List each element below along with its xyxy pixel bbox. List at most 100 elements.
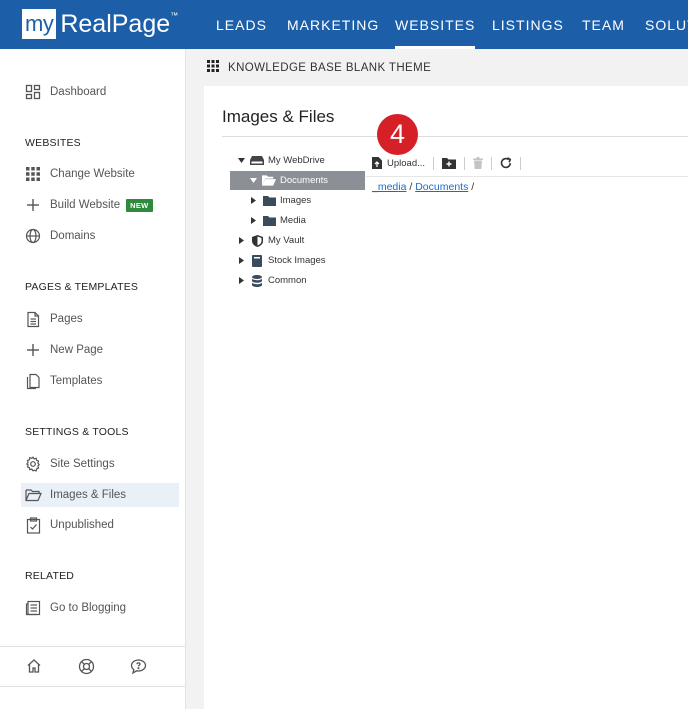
breadcrumb-media-link[interactable]: _media	[372, 181, 406, 193]
breadcrumb: _media / Documents /	[372, 181, 474, 193]
caret-right-icon[interactable]	[249, 217, 258, 224]
logo-realpage-text: RealPage	[60, 10, 171, 38]
sidebar-item-label: Templates	[50, 375, 103, 387]
sidebar-item-pages[interactable]: Pages	[21, 307, 179, 331]
sidebar-heading-related: RELATED	[25, 570, 75, 582]
upload-button[interactable]: Upload...	[372, 157, 425, 169]
nav-marketing[interactable]: MARKETING	[287, 0, 379, 49]
toolbar-divider	[491, 156, 493, 170]
database-icon	[250, 274, 264, 287]
new-folder-icon	[442, 157, 457, 169]
tree-node-label: Images	[280, 195, 312, 206]
grid-icon	[24, 165, 42, 183]
tree-node-documents[interactable]: Documents	[230, 171, 365, 190]
caret-right-icon[interactable]	[237, 237, 246, 244]
breadcrumb-separator: /	[471, 181, 475, 193]
tree-node-label: Common	[268, 275, 307, 286]
chat-question-icon[interactable]	[130, 658, 148, 676]
blog-icon	[24, 599, 42, 617]
sidebar-item-new-page[interactable]: New Page	[21, 338, 179, 362]
nav-solutions[interactable]: SOLUT	[645, 0, 688, 49]
step-number-badge: 4	[377, 114, 418, 155]
file-upload-icon	[372, 157, 382, 169]
tree-node-my-vault[interactable]: My Vault	[237, 231, 365, 250]
clipboard-check-icon	[24, 516, 42, 534]
toolbar-divider-line	[366, 176, 688, 177]
refresh-icon	[500, 157, 512, 169]
plus-icon	[24, 341, 42, 359]
folder-icon	[262, 215, 276, 227]
title-divider	[222, 136, 688, 137]
folder-open-icon	[262, 175, 276, 187]
folder-open-icon	[24, 486, 42, 504]
new-badge: NEW	[126, 198, 153, 212]
new-folder-button[interactable]	[442, 157, 457, 169]
toolbar-divider	[464, 156, 466, 170]
breadcrumb-separator: /	[409, 181, 413, 193]
delete-button[interactable]	[473, 157, 484, 169]
caret-down-icon[interactable]	[249, 178, 258, 183]
refresh-button[interactable]	[500, 157, 512, 169]
templates-icon	[24, 372, 42, 390]
page-title: Images & Files	[222, 107, 335, 126]
sidebar-item-go-to-blogging[interactable]: Go to Blogging	[21, 596, 179, 620]
upload-label: Upload...	[387, 157, 426, 169]
gear-icon	[24, 455, 42, 473]
home-icon[interactable]	[26, 658, 44, 676]
site-name: KNOWLEDGE BASE BLANK THEME	[228, 61, 432, 74]
sidebar-heading-settings-tools: SETTINGS & TOOLS	[25, 426, 129, 438]
tree-node-media[interactable]: Media	[249, 211, 365, 230]
sidebar-heading-websites: WEBSITES	[25, 137, 81, 149]
apps-grid-icon[interactable]	[207, 59, 219, 77]
caret-right-icon[interactable]	[237, 277, 246, 284]
tree-node-images[interactable]: Images	[249, 191, 365, 210]
sidebar-item-label: Build Website	[50, 199, 121, 211]
sidebar-item-build-website[interactable]: Build Website NEW	[21, 193, 179, 217]
breadcrumb-documents-link[interactable]: Documents	[415, 181, 468, 193]
sidebar-item-label: Site Settings	[50, 458, 115, 470]
sidebar-item-label: Domains	[50, 230, 96, 242]
caret-down-icon[interactable]	[237, 158, 246, 163]
realpage-logo[interactable]: my RealPage ™	[22, 9, 178, 39]
help-lifebuoy-icon[interactable]	[78, 658, 96, 676]
nav-team[interactable]: TEAM	[582, 0, 625, 49]
book-icon	[250, 254, 264, 267]
site-subheader: KNOWLEDGE BASE BLANK THEME	[186, 49, 688, 86]
sidebar-item-dashboard[interactable]: Dashboard	[21, 80, 179, 104]
trash-icon	[473, 157, 484, 169]
drive-icon	[250, 155, 264, 167]
tree-node-stock-images[interactable]: Stock Images	[237, 251, 365, 270]
sidebar-item-unpublished[interactable]: Unpublished	[21, 513, 179, 537]
file-toolbar: Upload...	[372, 154, 529, 172]
logo-trademark: ™	[170, 11, 179, 20]
sidebar-item-label: Pages	[50, 313, 83, 325]
plus-icon	[24, 196, 42, 214]
sidebar-item-label: Change Website	[50, 168, 135, 180]
shield-icon	[250, 234, 264, 247]
tree-node-label: Media	[280, 215, 306, 226]
tree-node-common[interactable]: Common	[237, 271, 365, 290]
sidebar-item-label: Unpublished	[50, 519, 114, 531]
nav-leads[interactable]: LEADS	[216, 0, 267, 49]
sidebar-item-site-settings[interactable]: Site Settings	[21, 452, 179, 476]
globe-icon	[24, 227, 42, 245]
sidebar-item-label: New Page	[50, 344, 104, 356]
sidebar-item-domains[interactable]: Domains	[21, 224, 179, 248]
caret-right-icon[interactable]	[249, 197, 258, 204]
toolbar-divider	[433, 156, 435, 170]
sidebar-item-label: Images & Files	[50, 489, 127, 501]
tree-node-my-webdrive[interactable]: My WebDrive	[237, 151, 365, 170]
tree-node-label: Documents	[280, 175, 329, 186]
nav-websites[interactable]: WEBSITES	[395, 0, 476, 49]
nav-listings[interactable]: LISTINGS	[492, 0, 564, 49]
folder-icon	[262, 195, 276, 207]
tree-node-label: Stock Images	[268, 255, 326, 266]
caret-right-icon[interactable]	[237, 257, 246, 264]
sidebar-item-templates[interactable]: Templates	[21, 369, 179, 393]
tree-node-label: My Vault	[268, 235, 305, 246]
sidebar-heading-pages-templates: PAGES & TEMPLATES	[25, 281, 139, 293]
sidebar-item-images-files[interactable]: Images & Files	[21, 483, 179, 507]
sidebar-item-change-website[interactable]: Change Website	[21, 162, 179, 186]
sidebar-item-label: Go to Blogging	[50, 602, 127, 614]
toolbar-divider	[520, 156, 522, 170]
